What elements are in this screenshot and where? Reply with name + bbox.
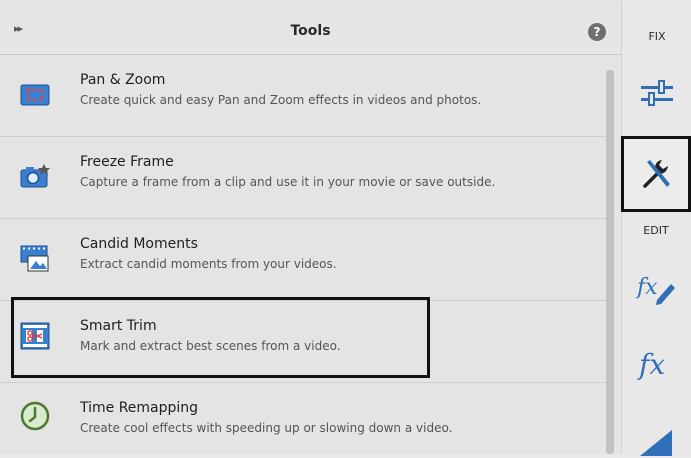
tools-rail-button[interactable]	[621, 136, 691, 212]
tool-row-freeze-frame[interactable]: Freeze Frame Capture a frame from a clip…	[0, 137, 606, 219]
camera-icon	[20, 164, 50, 188]
tools-panel: ▸▸ Tools ? Pan & Zoom Create quick and e…	[0, 0, 621, 454]
clock-icon	[20, 401, 50, 431]
fx-button[interactable]: fx	[621, 330, 691, 394]
tool-row-time-remapping[interactable]: Time Remapping Create cool effects with …	[0, 383, 606, 454]
panel-header: ▸▸ Tools ?	[0, 8, 621, 55]
fx-icon: fx	[637, 348, 665, 381]
svg-text:fx: fx	[637, 348, 665, 381]
tool-name: Time Remapping	[80, 400, 199, 416]
help-button[interactable]: ?	[588, 23, 606, 41]
tool-list: Pan & Zoom Create quick and easy Pan and…	[0, 55, 606, 454]
adjust-button[interactable]	[622, 62, 691, 126]
tool-name: Freeze Frame	[80, 154, 174, 170]
tool-description: Create quick and easy Pan and Zoom effec…	[80, 93, 482, 107]
svg-text:fx: fx	[635, 275, 658, 300]
scrollbar[interactable]	[606, 70, 614, 454]
adjust-sliders-icon	[641, 80, 673, 106]
tool-name: Pan & Zoom	[80, 72, 166, 88]
selection-highlight	[11, 297, 430, 378]
edit-label: EDIT	[643, 224, 669, 237]
edit-section: EDIT fx fx	[621, 222, 691, 456]
pan-zoom-icon	[20, 84, 50, 106]
tool-name: Candid Moments	[80, 236, 198, 252]
titles-button[interactable]	[621, 412, 691, 456]
fx-edit-icon: fx	[635, 275, 675, 305]
tool-row-pan-zoom[interactable]: Pan & Zoom Create quick and easy Pan and…	[0, 55, 606, 137]
fx-edit-button[interactable]: fx	[621, 252, 691, 316]
tool-description: Create cool effects with speeding up or …	[80, 421, 453, 435]
tool-description: Capture a frame from a clip and use it i…	[80, 175, 496, 189]
tools-wrench-icon	[643, 160, 670, 188]
fix-label: FIX	[648, 30, 666, 43]
tool-row-candid-moments[interactable]: Candid Moments Extract candid moments fr…	[0, 219, 606, 301]
panel-title: Tools	[290, 23, 331, 39]
candid-moments-icon	[20, 245, 49, 272]
tool-description: Extract candid moments from your videos.	[80, 257, 337, 271]
